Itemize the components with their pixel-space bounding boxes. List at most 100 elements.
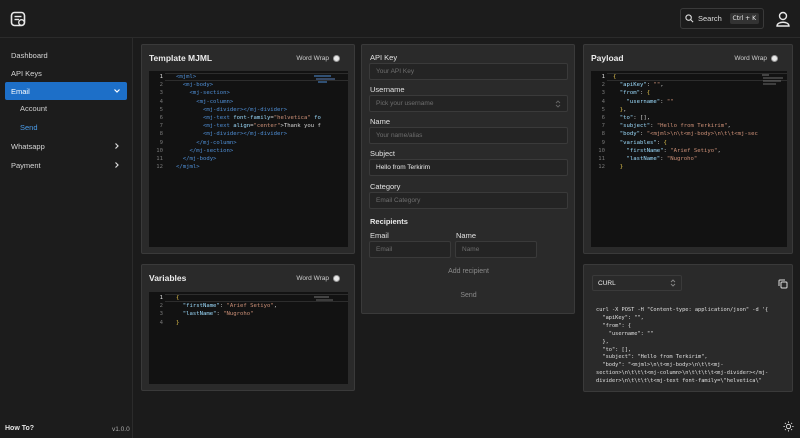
recipients-title: Recipients [370,217,408,226]
word-wrap-label: Word Wrap [296,55,329,62]
code-line: <mj-text font-family="helvetica" fo [202,115,321,121]
code-line: "subject": "Hello from Terkirim", [619,123,731,129]
line-number: 3 [601,90,605,96]
code-line: "body": "<mjml>\n\t<mj-body>\n\t\t<mj-se… [619,131,758,137]
code-line: <mj-section> [189,90,230,96]
category-label: Category [370,182,401,191]
chevron-right-icon [115,162,119,168]
line-number: 2 [601,82,605,88]
send-button[interactable]: Send [369,292,568,299]
code-line: <mj-body> [182,82,214,88]
name-input[interactable] [369,127,568,144]
line-number: 8 [601,131,605,137]
version-label: v1.0.0 [112,426,130,433]
search-button[interactable]: Search Ctrl + K [680,8,764,29]
sidebar-item-email[interactable]: Email [5,82,127,100]
sidebar-item-dashboard[interactable]: Dashboard [5,46,127,64]
code-line: <mj-text align="center">Thank you f [202,123,321,129]
user-menu-button[interactable] [772,8,794,30]
code-line: "firstName": "Arief Setiyo", [182,303,278,309]
category-input[interactable] [369,192,568,209]
code-line: "to": [], [619,115,651,121]
language-select-value: CURL [598,279,616,287]
search-shortcut: Ctrl + K [729,13,759,24]
word-wrap-label: Word Wrap [734,55,767,62]
radio-icon [333,55,340,62]
recipient-name-input[interactable] [455,241,537,258]
sort-arrows-icon [670,279,676,287]
code-line: }, [619,107,627,113]
mjml-editor[interactable]: 1 2 3 4 5 6 7 8 9 10 11 12 <mjml> <mj-bo… [149,71,348,247]
radio-icon [333,275,340,282]
code-line: "from": { [619,90,651,96]
line-number: 2 [159,303,163,309]
code-line: "firstName": "Arief Setiyo", [626,148,721,154]
line-number: 10 [598,148,605,154]
line-number: 9 [159,140,163,146]
line-number: 3 [159,90,163,96]
line-number: 5 [159,107,163,113]
line-number: 11 [156,156,163,162]
code-line: } [619,164,624,170]
name-label: Name [370,117,391,126]
sidebar-item-payment[interactable]: Payment [5,156,127,174]
api-key-label: API Key [370,53,398,62]
sidebar-item-label: Whatsapp [11,141,45,151]
code-line: { [613,74,617,80]
username-select[interactable]: Pick your username [369,95,568,112]
sidebar-item-label: Dashboard [11,50,48,60]
api-key-input[interactable] [369,63,568,80]
code-line: "lastName": "Nugroho" [182,311,254,317]
payload-panel: Payload Word Wrap 1 2 3 4 5 6 7 8 9 10 1… [583,44,793,254]
subject-input[interactable] [369,159,568,176]
user-icon [776,11,790,27]
panel-title: Payload [591,53,624,63]
template-mjml-panel: Template MJML Word Wrap 1 2 3 4 5 6 7 8 … [141,44,355,254]
sidebar-item-label: Email [11,86,30,96]
current-line-highlight [607,73,787,81]
code-line: { [176,295,180,301]
sidebar-item-whatsapp[interactable]: Whatsapp [5,137,127,155]
sidebar-subitem-account[interactable]: Account [20,104,47,113]
sun-icon[interactable] [783,421,794,432]
line-number: 7 [159,123,163,129]
copy-icon[interactable] [778,279,788,289]
recipient-email-input[interactable] [369,241,451,258]
line-number: 4 [601,99,605,105]
sidebar-item-label: API Keys [11,68,42,78]
line-number: 11 [598,156,605,162]
logo-icon [10,11,26,27]
how-to-link[interactable]: How To? [5,425,34,432]
line-number: 8 [159,131,163,137]
line-number: 1 [159,74,163,80]
language-select[interactable]: CURL [592,275,682,291]
editor-minimap [762,74,783,85]
line-number: 6 [159,115,163,121]
variables-editor[interactable]: 1 2 3 4 { "firstName": "Arief Setiyo", "… [149,292,348,384]
word-wrap-toggle[interactable]: Word Wrap [296,55,340,62]
line-number: 4 [159,320,163,326]
code-line: <mjml> [176,74,197,80]
code-line: </mj-body> [182,156,217,162]
line-number: 12 [156,164,163,170]
sidebar-item-api-keys[interactable]: API Keys [5,64,127,82]
line-number: 1 [159,295,163,301]
code-line: <mj-column> [196,99,234,105]
word-wrap-toggle[interactable]: Word Wrap [734,55,778,62]
payload-editor[interactable]: 1 2 3 4 5 6 7 8 9 10 11 12 { "apiKey": "… [591,71,787,247]
top-bar: Search Ctrl + K [0,0,800,38]
code-line: </mj-section> [189,148,234,154]
curl-code-block: curl -X POST -H "Content-type: applicati… [596,307,769,384]
line-number: 9 [601,140,605,146]
code-line: <mj-divider></mj-divider> [202,107,288,113]
word-wrap-toggle[interactable]: Word Wrap [296,275,340,282]
line-number: 3 [159,311,163,317]
line-number: 4 [159,99,163,105]
code-line: } [176,320,180,326]
search-icon [685,14,694,23]
variables-panel: Variables Word Wrap 1 2 3 4 { "firstName… [141,264,355,391]
code-line: "username": "" [626,99,674,105]
editor-minimap [314,296,333,301]
sidebar-subitem-send[interactable]: Send [20,123,38,132]
add-recipient-button[interactable]: Add recipient [369,268,568,275]
